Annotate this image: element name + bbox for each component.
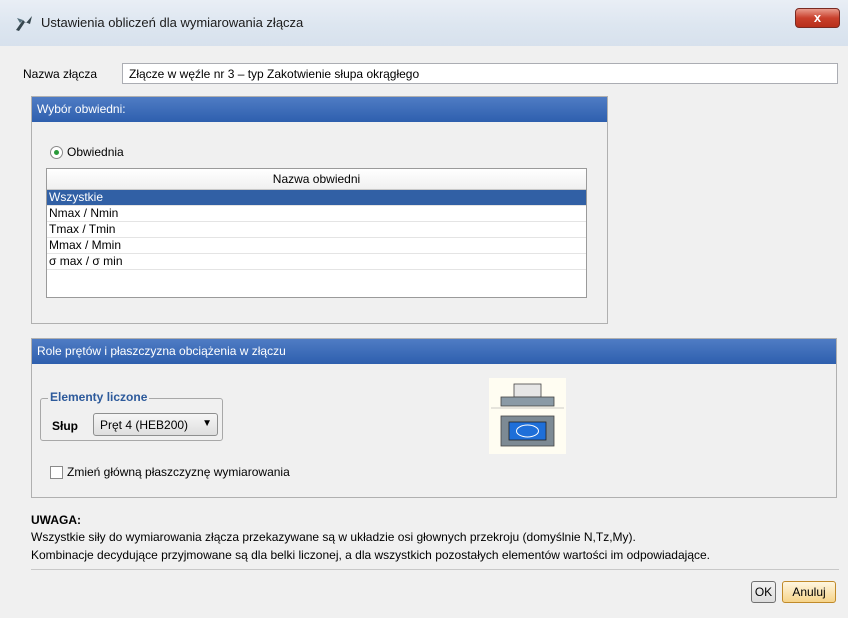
note-line-1: Wszystkie siły do wymiarowania złącza pr… xyxy=(31,530,636,544)
envelope-group-header: Wybór obwiedni: xyxy=(32,97,607,122)
table-row[interactable]: Wszystkie xyxy=(47,190,586,206)
column-label: Słup xyxy=(52,419,78,433)
close-icon: x xyxy=(813,10,822,25)
connection-name-label: Nazwa złącza xyxy=(23,67,98,81)
title-bar[interactable]: Ustawienia obliczeń dla wymiarowania złą… xyxy=(0,0,848,46)
app-logo-icon xyxy=(16,16,32,31)
separator xyxy=(31,569,839,570)
table-row[interactable]: Tmax / Tmin xyxy=(47,222,586,238)
elements-legend: Elementy liczone xyxy=(48,390,150,404)
envelope-radio-label[interactable]: Obwiednia xyxy=(67,145,124,159)
connection-name-input[interactable] xyxy=(122,63,838,84)
column-select[interactable]: Pręt 4 (HEB200) ▼ xyxy=(93,413,218,436)
change-plane-checkbox[interactable] xyxy=(50,466,63,479)
table-row[interactable]: Nmax / Nmin xyxy=(47,206,586,222)
change-plane-label[interactable]: Zmień główną płaszczyznę wymiarowania xyxy=(67,465,290,479)
envelope-group: Wybór obwiedni: Obwiednia Nazwa obwiedni… xyxy=(31,96,608,324)
note-title: UWAGA: xyxy=(31,513,81,527)
dialog-window: Ustawienia obliczeń dla wymiarowania złą… xyxy=(0,0,848,618)
ok-button[interactable]: OK xyxy=(751,581,776,603)
column-select-value: Pręt 4 (HEB200) xyxy=(100,418,189,432)
roles-group-header: Role prętów i płaszczyzna obciążenia w z… xyxy=(32,339,836,364)
table-row[interactable]: σ max / σ min xyxy=(47,254,586,270)
window-title: Ustawienia obliczeń dla wymiarowania złą… xyxy=(41,15,304,30)
envelope-radio[interactable] xyxy=(50,146,63,159)
note-line-2: Kombinacje decydujące przyjmowane są dla… xyxy=(31,548,710,562)
close-button[interactable]: x xyxy=(795,8,840,28)
envelope-table[interactable]: Nazwa obwiedni Wszystkie Nmax / Nmin Tma… xyxy=(46,168,587,298)
radio-selected-dot xyxy=(54,150,59,155)
envelope-table-header[interactable]: Nazwa obwiedni xyxy=(47,169,586,190)
chevron-down-icon: ▼ xyxy=(202,418,212,429)
cancel-button[interactable]: Anuluj xyxy=(782,581,836,603)
table-row[interactable]: Mmax / Mmin xyxy=(47,238,586,254)
column-base-diagram xyxy=(489,378,566,454)
